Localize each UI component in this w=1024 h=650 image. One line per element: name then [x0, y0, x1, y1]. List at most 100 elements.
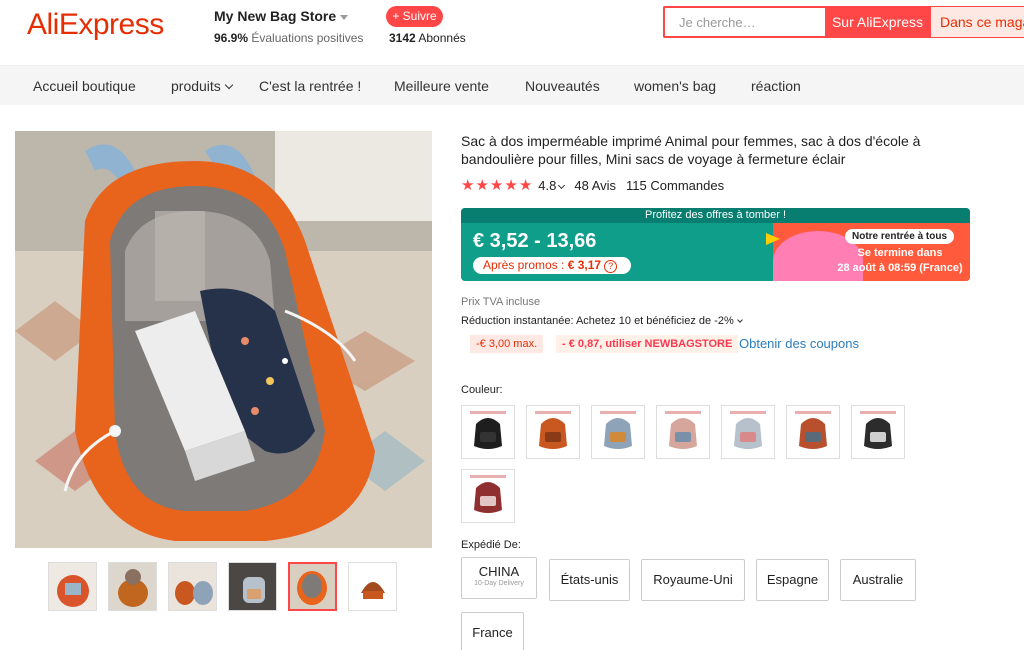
color-swatch[interactable]	[851, 405, 905, 459]
nav-item-new-arrivals[interactable]: Nouveautés	[525, 78, 600, 94]
price-range: € 3,52 - 13,66	[473, 230, 597, 252]
nav-item-feedback[interactable]: réaction	[751, 78, 801, 94]
store-nav: Accueil boutique produits C'est la rentr…	[0, 65, 1024, 105]
nav-item-label: produits	[171, 78, 221, 94]
store-rating: 96.9% Évaluations positives	[214, 31, 363, 45]
help-icon[interactable]: ?	[604, 260, 618, 273]
thumbnail[interactable]	[288, 562, 337, 611]
color-swatch[interactable]	[721, 405, 775, 459]
store-rating-value: 96.9%	[214, 31, 249, 45]
ship-option-spain[interactable]: Espagne	[756, 559, 829, 601]
instant-reduction-text: Réduction instantanée: Achetez 10 et bén…	[461, 315, 734, 327]
store-rating-label: Évaluations positives	[251, 31, 364, 45]
thumbnail-image	[49, 563, 96, 610]
color-swatch[interactable]	[786, 405, 840, 459]
star-icon: ★	[461, 177, 475, 194]
color-swatch-image	[722, 406, 774, 458]
ship-option-us[interactable]: États-unis	[549, 559, 630, 601]
chevron-down-icon	[736, 317, 743, 323]
color-swatch[interactable]	[591, 405, 645, 459]
ship-option-uk[interactable]: Royaume-Uni	[641, 559, 745, 601]
color-swatch[interactable]	[656, 405, 710, 459]
promo-ends-date: 28 août à 08:59 (France)	[837, 262, 963, 274]
color-swatch-image	[527, 406, 579, 458]
star-icon: ★	[518, 177, 533, 194]
rating-value[interactable]: 4.8	[538, 178, 566, 193]
header: AliExpress My New Bag Store 96.9% Évalua…	[0, 0, 1024, 64]
nav-item-label: Meilleure vente	[394, 78, 489, 94]
main-product-image[interactable]	[15, 131, 432, 548]
ship-option-label: CHINA	[478, 564, 520, 579]
color-swatch-image	[592, 406, 644, 458]
color-swatch[interactable]	[461, 405, 515, 459]
flag-icon	[766, 233, 780, 245]
thumbnail-image	[169, 563, 216, 610]
nav-item-best-sellers[interactable]: Meilleure vente	[394, 78, 489, 94]
ship-option-france[interactable]: France	[461, 612, 524, 650]
after-promo-label: Après promos :	[483, 258, 565, 272]
thumbnail-image	[229, 563, 276, 610]
nav-item-products[interactable]: produits	[171, 78, 234, 94]
followers: 3142 Abonnés	[389, 31, 466, 45]
thumbnail-image	[109, 563, 156, 610]
nav-item-back-to-school[interactable]: C'est la rentrée !	[259, 78, 361, 94]
ship-option-sub: 10-Day Delivery	[474, 580, 524, 587]
promo-countdown: Notre rentrée à tous Se termine dans 28 a…	[766, 223, 970, 281]
color-swatch[interactable]	[461, 469, 515, 523]
promo-banner-title: Profitez des offres à tomber !	[461, 208, 970, 223]
reviews-count[interactable]: 48 Avis	[574, 178, 616, 193]
product-title: Sac à dos imperméable imprimé Animal pou…	[461, 133, 921, 167]
after-promo-value: € 3,17	[567, 258, 602, 272]
followers-count: 3142	[389, 31, 416, 45]
thumbnail[interactable]	[168, 562, 217, 611]
rating-row: ★ ★ ★ ★ ★ 4.8 48 Avis 115 Commandes	[461, 178, 724, 193]
store-name[interactable]: My New Bag Store	[214, 8, 349, 24]
promo-ends-label: Se termine dans	[857, 247, 943, 259]
product-photo	[15, 131, 432, 548]
thumbnail-image	[290, 564, 335, 609]
search-box	[663, 6, 825, 38]
star-rating[interactable]: ★ ★ ★ ★ ★	[461, 178, 532, 193]
ship-option-australia[interactable]: Australie	[840, 559, 916, 601]
thumbnail[interactable]	[228, 562, 277, 611]
thumbnail-image	[349, 563, 396, 610]
color-swatch[interactable]	[526, 405, 580, 459]
color-label: Couleur:	[461, 384, 503, 396]
search-input[interactable]	[665, 8, 825, 36]
nav-item-label: women's bag	[634, 78, 717, 94]
nav-item-home[interactable]: Accueil boutique	[33, 78, 136, 94]
promo-end-time: Se termine dans 28 août à 08:59 (France)	[835, 246, 965, 276]
nav-item-label: Nouveautés	[525, 78, 600, 94]
instant-reduction[interactable]: Réduction instantanée: Achetez 10 et bén…	[461, 315, 743, 327]
after-promo-price: Après promos : € 3,17?	[473, 257, 631, 274]
promo-banner: Profitez des offres à tomber ! € 3,52 - …	[461, 208, 970, 281]
nav-item-label: Accueil boutique	[33, 78, 136, 94]
ship-from-label: Expédié De:	[461, 539, 521, 551]
chevron-down-icon	[340, 14, 349, 20]
color-swatch-image	[462, 470, 514, 522]
rating-value-text: 4.8	[538, 178, 557, 193]
nav-item-label: réaction	[751, 78, 801, 94]
search-aliexpress-button[interactable]: Sur AliExpress	[825, 6, 930, 38]
thumbnail[interactable]	[348, 562, 397, 611]
nav-item-label: C'est la rentrée !	[259, 78, 362, 94]
color-swatch-image	[657, 406, 709, 458]
followers-label: Abonnés	[418, 31, 466, 45]
ship-option-china[interactable]: CHINA 10-Day Delivery	[461, 557, 537, 599]
star-icon: ★	[489, 177, 504, 194]
nav-item-womens-bag[interactable]: women's bag	[634, 78, 716, 94]
coupon-badge: -€ 3,00 max.	[470, 335, 544, 353]
coupon-code-badge: - € 0,87, utiliser NEWBAGSTORE	[556, 335, 739, 353]
aliexpress-logo[interactable]: AliExpress	[27, 8, 164, 42]
search-store-button[interactable]: Dans ce magasin	[930, 6, 1024, 38]
follow-button[interactable]: + Suivre	[386, 6, 443, 27]
thumbnail[interactable]	[108, 562, 157, 611]
color-swatch-image	[787, 406, 839, 458]
star-icon: ★	[504, 177, 518, 194]
vat-note: Prix TVA incluse	[461, 296, 541, 308]
thumbnail[interactable]	[48, 562, 97, 611]
color-swatch-image	[462, 406, 514, 458]
get-coupons-link[interactable]: Obtenir des coupons	[739, 336, 859, 351]
orders-count: 115 Commandes	[626, 178, 725, 193]
chevron-down-icon	[224, 80, 234, 90]
